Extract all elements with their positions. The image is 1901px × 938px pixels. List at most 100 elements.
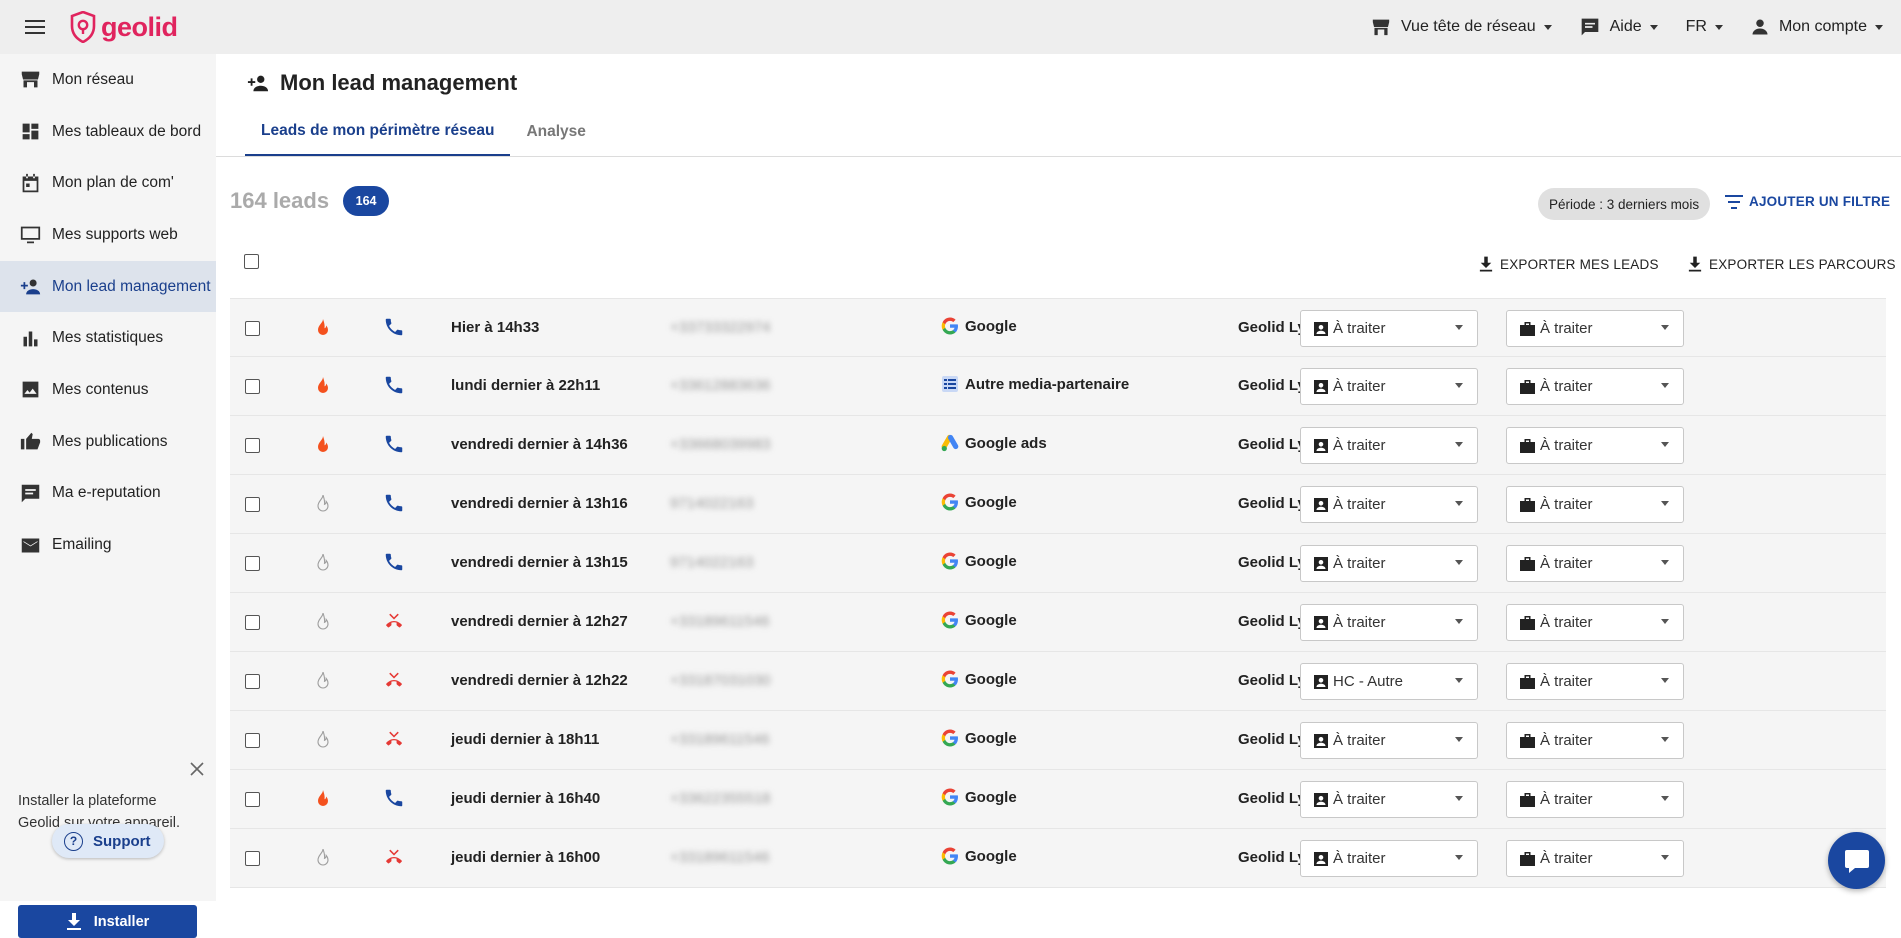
table-row[interactable]: jeudi dernier à 18h11 +33189611546 Googl… [230, 711, 1886, 770]
period-filter-chip[interactable]: Période : 3 derniers mois [1538, 188, 1711, 220]
lead-status-select[interactable]: À traiter [1300, 840, 1478, 877]
row-checkbox[interactable] [245, 792, 260, 807]
row-checkbox[interactable] [245, 615, 260, 630]
install-button[interactable]: Installer [18, 905, 197, 938]
contact-card-icon [1314, 556, 1328, 571]
cold-flame-icon [317, 554, 329, 571]
lead-business-status-select[interactable]: À traiter [1506, 427, 1684, 464]
lead-status-select[interactable]: À traiter [1300, 310, 1478, 347]
tab-leads-perimetre[interactable]: Leads de mon périmètre réseau [245, 108, 511, 156]
table-row[interactable]: vendredi dernier à 12h27 +33189611546 Go… [230, 593, 1886, 652]
row-checkbox[interactable] [245, 851, 260, 866]
briefcase-icon [1520, 379, 1535, 394]
account-dropdown[interactable]: Mon compte [1751, 18, 1883, 36]
hot-flame-icon [318, 377, 328, 393]
row-checkbox[interactable] [245, 497, 260, 512]
table-row[interactable]: vendredi dernier à 13h15 9714022163 Goog… [230, 534, 1886, 593]
lead-business-status-value: À traiter [1540, 791, 1593, 808]
missed-call-icon [386, 613, 402, 628]
phone-icon [385, 553, 403, 571]
lead-business-status-value: À traiter [1540, 437, 1593, 454]
table-row[interactable]: jeudi dernier à 16h40 +33622355518 Googl… [230, 770, 1886, 829]
select-all-checkbox[interactable] [244, 254, 259, 269]
lead-status-select[interactable]: À traiter [1300, 427, 1478, 464]
sidebar-item-lead-management[interactable]: Mon lead management [0, 260, 216, 313]
lead-status-select[interactable]: À traiter [1300, 368, 1478, 405]
row-checkbox[interactable] [245, 321, 260, 336]
lead-business-status-select[interactable]: À traiter [1506, 486, 1684, 523]
export-paths-button[interactable]: EXPORTER LES PARCOURS [1688, 256, 1896, 272]
sidebar-item-publications[interactable]: Mes publications [0, 416, 216, 468]
lead-business-status-select[interactable]: À traiter [1506, 840, 1684, 877]
sidebar-item-tableaux-de-bord[interactable]: Mes tableaux de bord [0, 106, 216, 158]
lead-source: Google [941, 317, 1017, 335]
lead-phone-number: +33187031030 [670, 672, 771, 689]
download-icon [1479, 256, 1493, 272]
lead-date: vendredi dernier à 12h22 [451, 672, 628, 689]
table-row[interactable]: vendredi dernier à 13h16 9714022163 Goog… [230, 475, 1886, 534]
table-row[interactable]: vendredi dernier à 12h22 +33187031030 Go… [230, 652, 1886, 711]
lead-status-value: À traiter [1333, 320, 1386, 337]
chevron-down-icon [1455, 796, 1463, 801]
export-leads-button[interactable]: EXPORTER MES LEADS [1479, 256, 1659, 272]
row-checkbox[interactable] [245, 556, 260, 571]
row-checkbox[interactable] [245, 438, 260, 453]
chevron-down-icon [1455, 678, 1463, 683]
lead-status-value: À traiter [1333, 555, 1386, 572]
lead-business-status-select[interactable]: À traiter [1506, 604, 1684, 641]
chevron-down-icon [1661, 383, 1669, 388]
lead-date: jeudi dernier à 18h11 [451, 731, 600, 748]
contact-card-icon [1314, 615, 1328, 630]
lead-business-status-select[interactable]: À traiter [1506, 781, 1684, 818]
lead-status-select[interactable]: À traiter [1300, 722, 1478, 759]
sidebar-item-mon-reseau[interactable]: Mon réseau [0, 54, 216, 106]
missed-call-icon [386, 849, 402, 864]
lead-source: Google [941, 788, 1017, 806]
language-dropdown[interactable]: FR [1686, 18, 1723, 36]
close-icon[interactable] [190, 762, 204, 776]
lead-business-status-select[interactable]: À traiter [1506, 368, 1684, 405]
table-row[interactable]: vendredi dernier à 14h36 +33668039983 Go… [230, 416, 1886, 475]
table-row[interactable]: Hier à 14h33 +33733322974 Google Geolid … [230, 298, 1886, 357]
lead-business-status-select[interactable]: À traiter [1506, 545, 1684, 582]
add-filter-button[interactable]: AJOUTER UN FILTRE [1725, 194, 1890, 209]
sidebar-item-plan-de-com[interactable]: Mon plan de com' [0, 157, 216, 209]
briefcase-icon [1520, 674, 1535, 689]
table-row[interactable]: jeudi dernier à 16h00 +33189611546 Googl… [230, 829, 1886, 888]
sidebar-item-emailing[interactable]: Emailing [0, 519, 216, 571]
sidebar-item-statistiques[interactable]: Mes statistiques [0, 312, 216, 364]
geolid-logo[interactable]: geolid [70, 11, 178, 43]
lead-status-select[interactable]: À traiter [1300, 486, 1478, 523]
google-icon [941, 611, 958, 629]
row-checkbox[interactable] [245, 733, 260, 748]
contact-card-icon [1314, 792, 1328, 807]
lead-business-status-select[interactable]: À traiter [1506, 310, 1684, 347]
lead-phone-number: +33189611546 [670, 731, 770, 748]
top-right-menu: Vue tête de réseau Aide FR Mon compte [1343, 17, 1883, 37]
sidebar-item-label: Mes supports web [52, 225, 178, 243]
lead-source-label: Google [965, 670, 1017, 688]
menu-icon[interactable] [25, 20, 45, 34]
tab-analyse[interactable]: Analyse [510, 108, 601, 156]
lead-status-select[interactable]: À traiter [1300, 781, 1478, 818]
chat-button[interactable] [1828, 832, 1885, 889]
lead-business-status-value: À traiter [1540, 614, 1593, 631]
sidebar-item-e-reputation[interactable]: Ma e-reputation [0, 468, 216, 520]
lead-status-select[interactable]: À traiter [1300, 545, 1478, 582]
lead-status-select[interactable]: À traiter [1300, 604, 1478, 641]
lead-source: Google [941, 670, 1017, 688]
network-view-dropdown[interactable]: Vue tête de réseau [1371, 18, 1552, 36]
lead-business-status-value: À traiter [1540, 732, 1593, 749]
lead-status-select[interactable]: HC - Autre [1300, 663, 1478, 700]
sidebar-item-supports-web[interactable]: Mes supports web [0, 209, 216, 261]
help-dropdown[interactable]: Aide [1580, 17, 1658, 37]
lead-source: Google [941, 552, 1017, 570]
row-checkbox[interactable] [245, 379, 260, 394]
support-button[interactable]: ? Support [52, 824, 164, 858]
lead-business-status-select[interactable]: À traiter [1506, 722, 1684, 759]
chevron-down-icon [1661, 325, 1669, 330]
sidebar-item-contenus[interactable]: Mes contenus [0, 364, 216, 416]
row-checkbox[interactable] [245, 674, 260, 689]
lead-business-status-select[interactable]: À traiter [1506, 663, 1684, 700]
table-row[interactable]: lundi dernier à 22h11 +33612883636 Autre… [230, 357, 1886, 416]
